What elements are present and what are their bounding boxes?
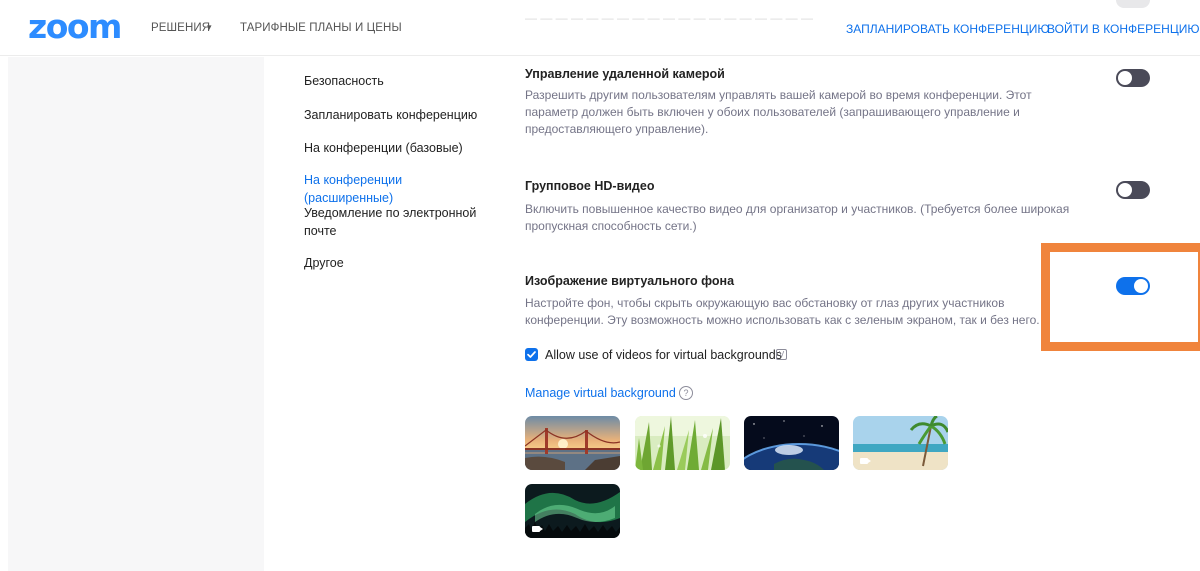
- setting-desc-group-hd-video: Включить повышенное качество видео для о…: [525, 202, 1070, 233]
- thumbnail-beach-palm[interactable]: [853, 416, 948, 470]
- thumbnail-golden-gate-bridge[interactable]: [525, 416, 620, 470]
- toggle-group-hd-video[interactable]: [1116, 181, 1150, 199]
- side-item-other[interactable]: Другое: [304, 254, 494, 272]
- nav-join-meeting[interactable]: ВОЙТИ В КОНФЕРЕНЦИЮ: [1047, 22, 1199, 36]
- video-badge-icon: V: [776, 349, 787, 360]
- thumbnail-earth-from-space[interactable]: [744, 416, 839, 470]
- video-camera-icon: [532, 526, 543, 532]
- manage-virtual-background-link[interactable]: Manage virtual background: [525, 386, 676, 400]
- zoom-logo[interactable]: zoom: [28, 10, 122, 44]
- thumbnail-grass[interactable]: [635, 416, 730, 470]
- chevron-down-icon[interactable]: ▾: [207, 22, 212, 33]
- setting-desc-remote-camera: Разрешить другим пользователям управлять…: [525, 88, 1032, 136]
- checkmark-icon: [527, 351, 536, 358]
- nav-schedule-meeting[interactable]: ЗАПЛАНИРОВАТЬ КОНФЕРЕНЦИЮ: [846, 22, 1049, 36]
- left-rail: [8, 57, 264, 571]
- toggle-knob: [1118, 71, 1132, 85]
- scrolled-content-fragment: — — — — — — — — — — — — — — — — — — —: [525, 11, 814, 25]
- allow-videos-checkbox[interactable]: [525, 348, 538, 361]
- grass-image: [635, 416, 730, 470]
- setting-desc-virtual-background: Настройте фон, чтобы скрыть окружающую в…: [525, 296, 1040, 327]
- toggle-knob: [1118, 183, 1132, 197]
- setting-title-remote-camera: Управление удаленной камерой: [525, 67, 725, 81]
- help-icon[interactable]: ?: [679, 386, 693, 400]
- video-camera-icon: [860, 458, 871, 464]
- side-item-schedule-meeting[interactable]: Запланировать конференцию: [304, 106, 494, 124]
- side-item-security[interactable]: Безопасность: [304, 72, 494, 90]
- side-item-in-meeting-advanced[interactable]: На конференции (расширенные): [304, 171, 494, 207]
- setting-title-group-hd-video: Групповое HD-видео: [525, 179, 655, 193]
- earth-from-space-image: [744, 416, 839, 470]
- top-header: — — — — — — — — — — — — — — — — — — — zo…: [0, 0, 1200, 56]
- setting-title-virtual-background: Изображение виртуального фона: [525, 274, 735, 288]
- side-item-in-meeting-basic[interactable]: На конференции (базовые): [304, 139, 494, 157]
- nav-plans-pricing[interactable]: ТАРИФНЫЕ ПЛАНЫ И ЦЕНЫ: [240, 22, 402, 34]
- nav-solutions[interactable]: РЕШЕНИЯ: [151, 22, 210, 34]
- highlight-annotation-box: [1041, 243, 1200, 351]
- thumbnail-aurora[interactable]: [525, 484, 620, 538]
- toggle-remote-camera[interactable]: [1116, 69, 1150, 87]
- golden-gate-bridge-image: [525, 416, 620, 470]
- scrolled-toggle-fragment: [1116, 0, 1150, 8]
- side-item-email-notification[interactable]: Уведомление по электронной почте: [304, 204, 484, 240]
- allow-videos-label: Allow use of videos for virtual backgrou…: [545, 348, 782, 362]
